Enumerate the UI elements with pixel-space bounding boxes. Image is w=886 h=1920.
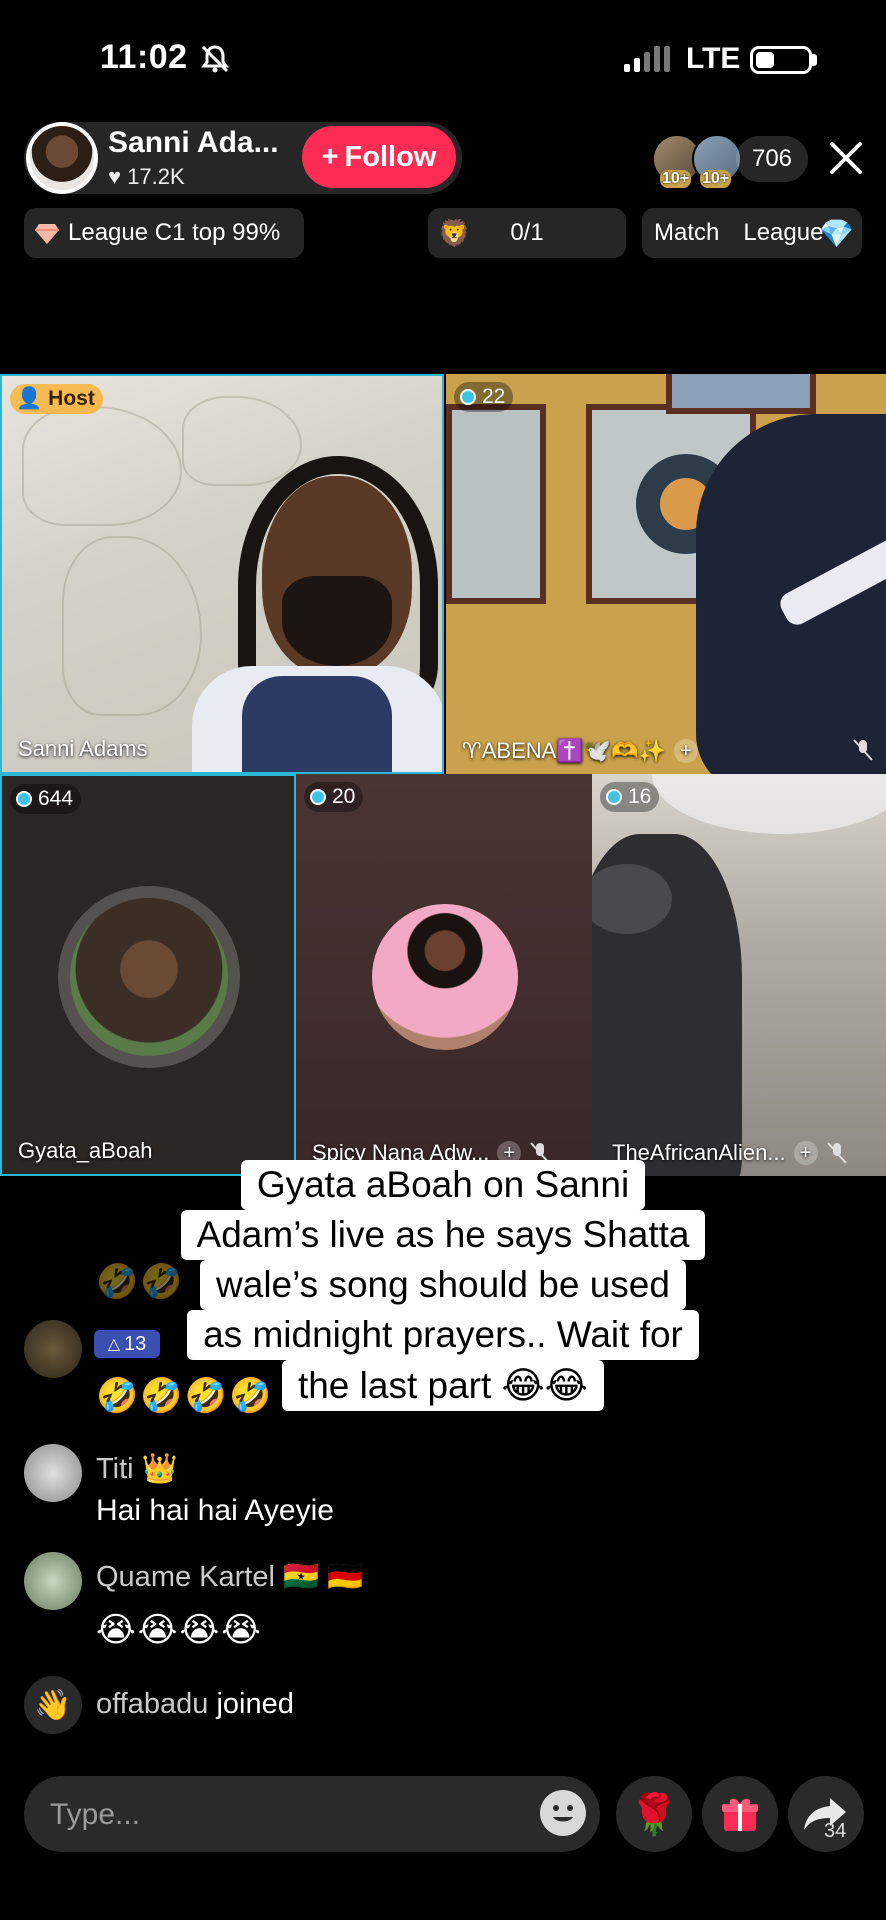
league-rank-label: League C1 top 99% xyxy=(68,219,281,246)
close-icon[interactable] xyxy=(826,138,866,178)
match-label: Match xyxy=(654,219,720,246)
gem-icon: 💎 xyxy=(819,217,854,249)
league-rank-chip[interactable]: League C1 top 99% xyxy=(24,208,304,258)
rose-icon: 🌹 xyxy=(629,1792,679,1837)
follow-button[interactable]: + Follow xyxy=(302,126,456,188)
status-time: 11:02 xyxy=(100,38,188,76)
gift-icon xyxy=(722,1798,758,1831)
host-video-tile[interactable]: 👤 Host Sanni Adams xyxy=(0,374,444,774)
host-avatar[interactable] xyxy=(26,122,98,194)
viewer-rank-badge: 10+ xyxy=(660,170,692,188)
follow-label: Follow xyxy=(344,140,437,173)
signal-icon xyxy=(624,46,670,72)
chat-username[interactable]: Titi 👑 xyxy=(96,1452,178,1486)
chat-avatar[interactable] xyxy=(24,1552,82,1610)
gift-points-badge: 644 xyxy=(10,784,82,814)
joined-username[interactable]: offabadu xyxy=(96,1688,208,1720)
caption-line: Gyata aBoah on Sanni xyxy=(240,1160,646,1210)
guest-audio-tile[interactable]: 20 Spicy Nana Adw... + xyxy=(296,774,592,1176)
viewer-count[interactable]: 706 xyxy=(736,136,808,182)
wave-icon: 👋 xyxy=(24,1676,82,1734)
mic-muted-icon xyxy=(853,739,873,761)
network-label: LTE xyxy=(686,42,741,75)
chat-username[interactable]: Quame Kartel 🇬🇭 🇩🇪 xyxy=(96,1560,363,1594)
tile-name: Sanni Adams xyxy=(18,736,148,762)
rose-gift-button[interactable]: 🌹 xyxy=(616,1776,692,1852)
comment-placeholder: Type... xyxy=(50,1798,141,1831)
join-notice: offabadu joined xyxy=(96,1688,294,1721)
lion-icon: 🦁 xyxy=(438,217,471,248)
gift-points-badge: 22 xyxy=(454,382,514,412)
gift-button[interactable] xyxy=(702,1776,778,1852)
tile-name: ♈ABENA✝️🕊️🫶✨ + xyxy=(462,738,698,764)
plus-icon: + xyxy=(321,140,339,173)
guest-video-tile[interactable]: 16 TheAfricanAlien... + xyxy=(592,774,886,1176)
host-badge: 👤 Host xyxy=(10,384,103,414)
battery-icon xyxy=(750,46,812,74)
chat-message: 😭😭😭😭 xyxy=(96,1611,263,1649)
likes-count: 17.2K xyxy=(127,164,185,189)
match-league-chip[interactable]: Match League 💎 xyxy=(642,208,862,258)
league-label: League xyxy=(743,219,824,246)
caption-line: as midnight prayers.. Wait for xyxy=(187,1310,699,1360)
guest-video-tile[interactable]: 22 ♈ABENA✝️🕊️🫶✨ + xyxy=(446,374,886,774)
points-label: 644 xyxy=(38,787,74,810)
caption-line: the last part 😂😂 xyxy=(281,1360,605,1411)
host-icon: 👤 xyxy=(16,387,43,410)
heart-icon: ♥ xyxy=(108,164,122,189)
top-viewer-avatar[interactable]: 10+ xyxy=(692,134,742,188)
diamond-icon xyxy=(35,224,59,244)
gift-points-badge: 16 xyxy=(600,782,660,812)
host-name: Sanni Ada... xyxy=(108,126,279,159)
viewer-rank-badge: 10+ xyxy=(700,170,732,188)
caption-line: Adam’s live as he says Shatta xyxy=(180,1210,706,1260)
points-label: 20 xyxy=(332,785,356,808)
chat-avatar[interactable] xyxy=(24,1444,82,1502)
participant-name: ♈ABENA✝️🕊️🫶✨ xyxy=(462,738,666,763)
guest-audio-tile[interactable]: 644 Gyata_aBoah xyxy=(0,774,296,1176)
participant-name: Sanni Adams xyxy=(18,736,148,761)
host-badge-label: Host xyxy=(48,387,95,410)
match-score-chip[interactable]: 🦁 0/1 xyxy=(428,208,626,258)
share-count: 34 xyxy=(824,1820,847,1842)
joined-text: joined xyxy=(216,1688,294,1720)
points-label: 16 xyxy=(628,785,652,808)
emoji-icon[interactable] xyxy=(540,1790,586,1836)
battery-nub xyxy=(812,54,817,66)
add-icon[interactable]: + xyxy=(673,739,698,763)
bell-muted-icon xyxy=(201,45,229,73)
host-likes: ♥ 17.2K xyxy=(108,164,185,190)
caption-line: wale’s song should be used xyxy=(200,1260,686,1310)
chat-message: Hai hai hai Ayeyie xyxy=(96,1494,334,1527)
match-score: 0/1 xyxy=(510,219,544,246)
points-label: 22 xyxy=(482,385,506,408)
gift-points-badge: 20 xyxy=(304,782,364,812)
video-caption: Gyata aBoah on Sanni Adam’s live as he s… xyxy=(0,1160,886,1411)
